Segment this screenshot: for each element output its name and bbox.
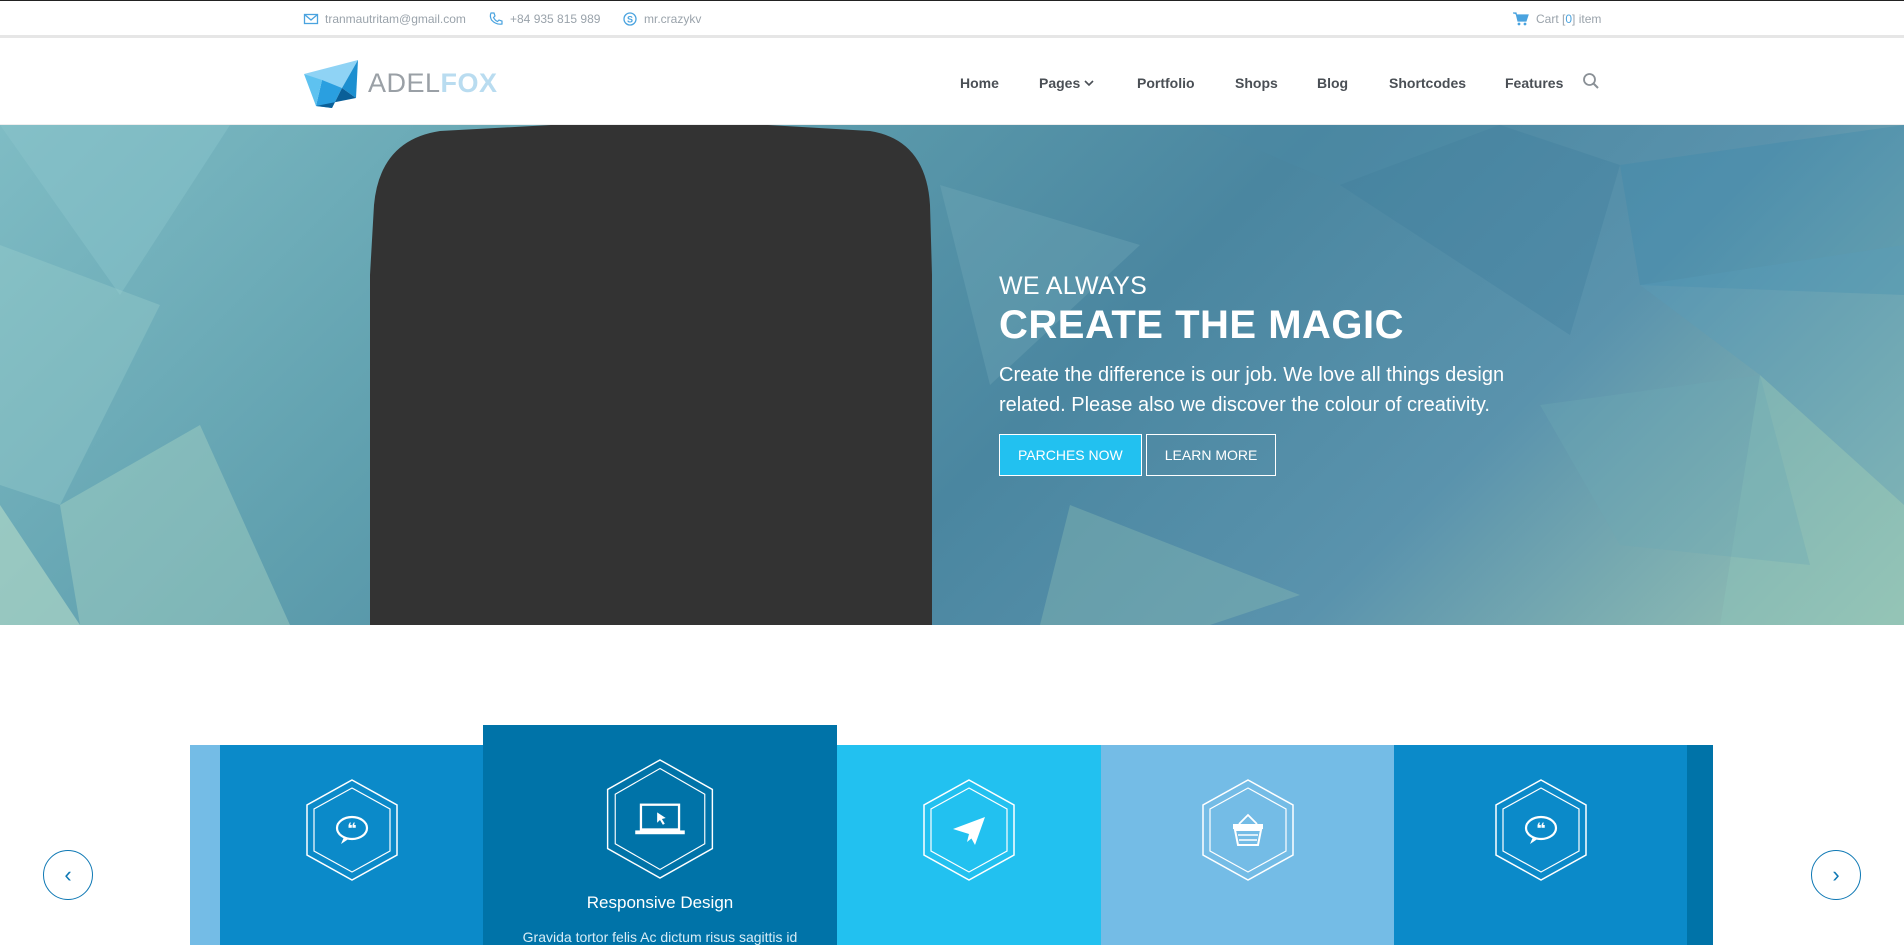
learn-more-button[interactable]: LEARN MORE [1145, 434, 1277, 476]
nav-blog[interactable]: Blog [1317, 75, 1348, 91]
skype-icon: S [623, 12, 637, 26]
parches-now-button[interactable]: PARCHES NOW [999, 434, 1142, 476]
phone-icon [489, 12, 503, 25]
carousel-next-button[interactable]: › [1811, 850, 1861, 900]
quote-bubble-icon: ❝ [305, 779, 398, 881]
email-contact[interactable]: tranmautritam@gmail.com [303, 11, 466, 27]
hero-title: CREATE THE MAGIC [999, 303, 1405, 347]
feature-card-5[interactable]: ❝ [1394, 745, 1687, 945]
carousel-edge-right [1687, 745, 1713, 945]
hero-slider: WE ALWAYS CREATE THE MAGIC Create the di… [0, 125, 1904, 625]
nav-pages[interactable]: Pages [1039, 75, 1094, 91]
cart-text: Cart [0] item [1536, 12, 1601, 26]
hero-buttons: PARCHES NOW LEARN MORE [999, 434, 1539, 476]
email-text: tranmautritam@gmail.com [325, 12, 466, 26]
envelope-icon [303, 13, 319, 25]
nav-shortcodes-label: Shortcodes [1389, 75, 1467, 91]
nav-features-label: Features [1505, 75, 1564, 91]
cart-label: Cart [ [1536, 12, 1566, 26]
nav-portfolio[interactable]: Portfolio [1137, 75, 1195, 91]
search-button[interactable] [1582, 72, 1600, 95]
cart-link[interactable]: Cart [0] item [1512, 11, 1601, 27]
feature-title: Responsive Design [586, 893, 734, 912]
features-carousel: ❝ Responsive Design Gravida tortor felis… [190, 725, 1713, 945]
smartphone-mockup [370, 125, 932, 625]
svg-text:❝: ❝ [1536, 819, 1545, 838]
nav-blog-label: Blog [1317, 75, 1349, 91]
hero-caption: WE ALWAYS CREATE THE MAGIC Create the di… [999, 272, 1539, 476]
site-header: ADELFOX Home Pages Portfolio Shops Blog … [0, 38, 1904, 125]
carousel-edge-left [190, 745, 220, 945]
feature-card-4[interactable] [1101, 745, 1394, 945]
phone-text: +84 935 815 989 [510, 12, 601, 26]
low-poly-background [0, 125, 1904, 625]
hero-description: Create the difference is our job. We lov… [999, 364, 1505, 416]
nav-portfolio-label: Portfolio [1137, 75, 1195, 91]
chevron-down-icon [1084, 80, 1094, 87]
feature-card-2[interactable]: Responsive Design Gravida tortor felis A… [483, 725, 837, 945]
phone-contact[interactable]: +84 935 815 989 [488, 11, 600, 27]
quote-bubble-icon: ❝ [1494, 779, 1587, 881]
cart-suffix: ] item [1572, 12, 1602, 26]
paper-plane-icon [923, 779, 1015, 881]
nav-home[interactable]: Home [960, 75, 999, 91]
nav-home-label: Home [960, 75, 999, 91]
search-icon [1583, 73, 1599, 89]
nav-shops[interactable]: Shops [1235, 75, 1278, 91]
nav-features[interactable]: Features [1505, 75, 1563, 91]
feature-card-1[interactable]: ❝ [220, 745, 483, 945]
main-navigation: Home Pages Portfolio Shops Blog Shortcod… [0, 75, 1904, 95]
svg-text:❝: ❝ [347, 819, 356, 838]
skype-text: mr.crazykv [644, 12, 702, 26]
feature-description: Gravida tortor felis Ac dictum risus sag… [522, 929, 798, 945]
top-info-bar: tranmautritam@gmail.com +84 935 815 989 … [0, 0, 1904, 38]
nav-pages-label: Pages [1039, 75, 1081, 91]
hero-kicker: WE ALWAYS [999, 272, 1148, 300]
shopping-basket-icon [1201, 779, 1294, 881]
nav-shortcodes[interactable]: Shortcodes [1389, 75, 1466, 91]
feature-card-3[interactable] [837, 745, 1101, 945]
svg-text:S: S [627, 15, 633, 25]
laptop-icon [606, 759, 714, 879]
carousel-prev-button[interactable]: ‹ [43, 850, 93, 900]
nav-shops-label: Shops [1235, 75, 1278, 91]
skype-contact[interactable]: S mr.crazykv [622, 11, 701, 27]
shopping-cart-icon [1513, 12, 1529, 26]
